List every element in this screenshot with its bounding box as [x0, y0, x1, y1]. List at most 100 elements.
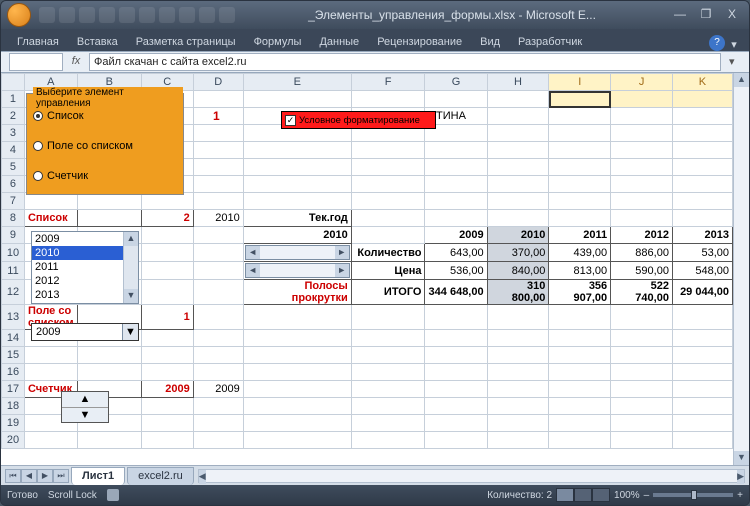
- scroll-up-icon[interactable]: ▲: [734, 73, 749, 87]
- view-normal-icon[interactable]: [556, 488, 574, 502]
- cell[interactable]: [193, 280, 243, 305]
- cell[interactable]: [549, 91, 611, 108]
- cell[interactable]: [611, 398, 673, 415]
- qat-btn-icon[interactable]: [159, 7, 175, 23]
- cell[interactable]: 310 800,00: [487, 280, 549, 305]
- cell[interactable]: [425, 159, 487, 176]
- cell[interactable]: ИТОГО: [351, 280, 425, 305]
- cell[interactable]: [351, 415, 425, 432]
- cell[interactable]: [672, 159, 732, 176]
- cell[interactable]: 370,00: [487, 244, 549, 262]
- cell[interactable]: [487, 125, 549, 142]
- cell[interactable]: [549, 125, 611, 142]
- cell[interactable]: [672, 398, 732, 415]
- cell[interactable]: [611, 142, 673, 159]
- macro-record-icon[interactable]: [107, 489, 119, 501]
- radio-icon[interactable]: [33, 111, 43, 121]
- cell[interactable]: [351, 347, 425, 364]
- zoom-thumb[interactable]: [691, 490, 697, 500]
- cell[interactable]: [77, 210, 141, 227]
- cell[interactable]: 522 740,00: [611, 280, 673, 305]
- cell[interactable]: [351, 193, 425, 210]
- checkbox-conditional-format[interactable]: ✓ Условное форматирование: [281, 111, 436, 129]
- cell[interactable]: [611, 347, 673, 364]
- cell[interactable]: 2010: [487, 227, 549, 244]
- list-item[interactable]: 2011: [32, 260, 123, 274]
- cell[interactable]: [351, 305, 425, 330]
- qat-save-icon[interactable]: [39, 7, 55, 23]
- cell[interactable]: [672, 176, 732, 193]
- radio-icon[interactable]: [33, 141, 43, 151]
- cell[interactable]: [243, 159, 351, 176]
- row-header[interactable]: 3: [2, 125, 25, 142]
- qat-btn-icon[interactable]: [179, 7, 195, 23]
- column-header[interactable]: I: [549, 74, 611, 91]
- cell[interactable]: [193, 91, 243, 108]
- sheet-tab[interactable]: excel2.ru: [127, 467, 194, 485]
- cell[interactable]: [549, 330, 611, 347]
- cell[interactable]: [193, 262, 243, 280]
- zoom-out-icon[interactable]: –: [644, 490, 650, 501]
- listbox-years[interactable]: 2009 2010 2011 2012 2013 ▲ ▼: [31, 231, 139, 304]
- cell[interactable]: [351, 159, 425, 176]
- hscrollbar-control[interactable]: ◄►: [245, 245, 350, 260]
- qat-redo-icon[interactable]: [79, 7, 95, 23]
- list-item[interactable]: 2013: [32, 288, 123, 302]
- radio-spinner[interactable]: Счетчик: [33, 170, 88, 182]
- column-header[interactable]: J: [611, 74, 673, 91]
- cell[interactable]: [351, 142, 425, 159]
- cell[interactable]: [425, 347, 487, 364]
- cell[interactable]: [611, 108, 673, 125]
- cell[interactable]: [351, 227, 425, 244]
- cell[interactable]: Полосы прокрутки: [243, 280, 351, 305]
- cell[interactable]: [487, 159, 549, 176]
- cell[interactable]: [549, 108, 611, 125]
- row-header[interactable]: 6: [2, 176, 25, 193]
- zoom-in-icon[interactable]: +: [737, 490, 743, 501]
- cell[interactable]: [425, 142, 487, 159]
- cell[interactable]: [611, 210, 673, 227]
- tab-view[interactable]: Вид: [472, 33, 508, 51]
- qat-btn-icon[interactable]: [99, 7, 115, 23]
- cell[interactable]: [425, 210, 487, 227]
- cell[interactable]: [425, 364, 487, 381]
- cell[interactable]: [487, 193, 549, 210]
- hscrollbar-control[interactable]: ◄►: [245, 263, 350, 278]
- cell[interactable]: [425, 193, 487, 210]
- cell[interactable]: [611, 193, 673, 210]
- cell[interactable]: Тек.год: [243, 210, 351, 227]
- spinner-up-icon[interactable]: ▲: [62, 392, 108, 408]
- cell[interactable]: [141, 227, 193, 244]
- cell[interactable]: [611, 91, 673, 108]
- cell[interactable]: [487, 108, 549, 125]
- cell[interactable]: [487, 330, 549, 347]
- qat-btn-icon[interactable]: [119, 7, 135, 23]
- cell[interactable]: 439,00: [549, 244, 611, 262]
- ribbon-dropdown-icon[interactable]: ▾: [727, 38, 741, 51]
- cell[interactable]: [611, 176, 673, 193]
- row-header[interactable]: 4: [2, 142, 25, 159]
- cell[interactable]: 886,00: [611, 244, 673, 262]
- radio-combobox[interactable]: Поле со списком: [33, 140, 133, 152]
- cell[interactable]: 2009: [425, 227, 487, 244]
- maximize-button[interactable]: ❐: [695, 6, 717, 24]
- cell[interactable]: 2010: [243, 227, 351, 244]
- view-pagebreak-icon[interactable]: [592, 488, 610, 502]
- scroll-left-icon[interactable]: ◀: [199, 470, 206, 484]
- row-header[interactable]: 15: [2, 347, 25, 364]
- list-item[interactable]: 2012: [32, 274, 123, 288]
- cell[interactable]: [141, 330, 193, 347]
- scroll-left-icon[interactable]: ◄: [246, 246, 260, 259]
- cell[interactable]: [487, 142, 549, 159]
- minimize-button[interactable]: —: [669, 6, 691, 24]
- cell[interactable]: [243, 415, 351, 432]
- cell[interactable]: [549, 398, 611, 415]
- cell[interactable]: [141, 415, 193, 432]
- cell[interactable]: [243, 398, 351, 415]
- spinner-down-icon[interactable]: ▼: [62, 408, 108, 423]
- fx-icon[interactable]: fx: [69, 55, 83, 69]
- cell[interactable]: [243, 381, 351, 398]
- cell[interactable]: 2013: [672, 227, 732, 244]
- cell[interactable]: 813,00: [549, 262, 611, 280]
- cell[interactable]: [141, 432, 193, 449]
